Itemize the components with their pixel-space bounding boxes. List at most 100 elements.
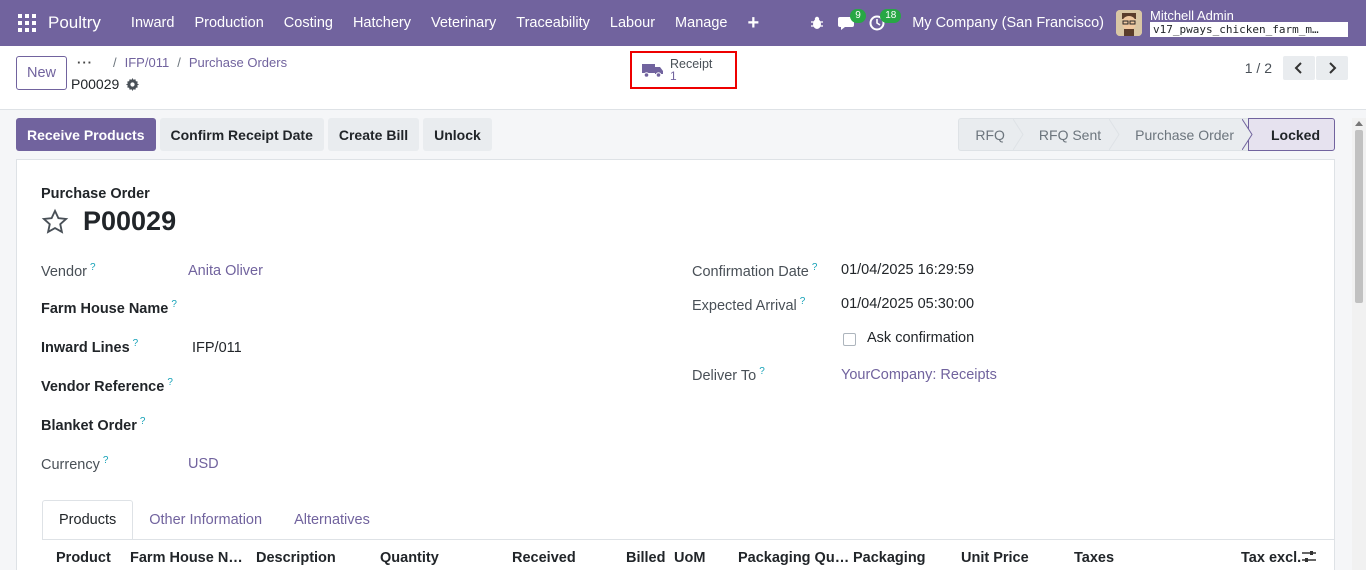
pager-previous-button[interactable] <box>1283 56 1315 80</box>
receipt-smart-button[interactable]: Receipt 1 <box>630 51 737 89</box>
help-icon[interactable]: ? <box>133 338 139 349</box>
help-icon[interactable]: ? <box>171 299 177 310</box>
column-packaging[interactable]: Packaging <box>853 550 926 566</box>
create-bill-button[interactable]: Create Bill <box>327 118 420 151</box>
status-separator <box>1012 119 1024 150</box>
column-quantity[interactable]: Quantity <box>380 550 439 566</box>
app-brand[interactable]: Poultry <box>48 13 101 33</box>
unlock-button[interactable]: Unlock <box>423 118 492 151</box>
menu-manage[interactable]: Manage <box>665 15 737 31</box>
help-icon[interactable]: ? <box>812 262 818 273</box>
top-navbar: Poultry Inward Production Costing Hatche… <box>0 0 1366 46</box>
deliver-to-label: Deliver To? <box>692 366 765 384</box>
help-icon[interactable]: ? <box>90 262 96 273</box>
status-separator <box>1241 119 1253 150</box>
tab-products[interactable]: Products <box>42 500 134 540</box>
status-separator <box>1109 119 1120 150</box>
vendor-field[interactable]: Anita Oliver <box>188 263 263 279</box>
activity-clock-icon[interactable]: 18 <box>862 0 902 46</box>
control-panel: New ··· / IFP/011 / Purchase Orders P000… <box>0 46 1366 110</box>
status-rfq-sent[interactable]: RFQ Sent <box>1018 118 1120 151</box>
user-menu[interactable]: Mitchell Admin v17_pways_chicken_farm_m… <box>1150 9 1348 37</box>
breadcrumb-more-icon[interactable]: ··· <box>77 55 93 70</box>
column-billed[interactable]: Billed <box>626 550 665 566</box>
tab-other-information[interactable]: Other Information <box>133 500 278 540</box>
pager-next-button[interactable] <box>1316 56 1348 80</box>
title-row: P00029 <box>41 206 176 237</box>
pager-value[interactable]: 1 / 2 <box>1245 60 1272 76</box>
document-type-label: Purchase Order <box>41 186 150 202</box>
user-avatar[interactable] <box>1116 10 1142 36</box>
plus-icon[interactable]: + <box>737 12 769 35</box>
breadcrumb-separator: / <box>113 55 117 70</box>
chevron-right-icon <box>1329 62 1337 74</box>
help-icon[interactable]: ? <box>800 296 806 307</box>
column-product[interactable]: Product <box>56 550 111 566</box>
confirm-receipt-date-button[interactable]: Confirm Receipt Date <box>159 118 324 151</box>
help-icon[interactable]: ? <box>103 455 109 466</box>
column-tax-excl[interactable]: Tax excl. <box>1241 550 1301 566</box>
deliver-to-field[interactable]: YourCompany: Receipts <box>841 367 997 383</box>
menu-labour[interactable]: Labour <box>600 15 665 31</box>
expected-arrival-field[interactable]: 01/04/2025 05:30:00 <box>841 296 974 312</box>
apps-menu-icon[interactable] <box>18 14 36 32</box>
chevron-left-icon <box>1294 62 1302 74</box>
chat-icon[interactable]: 9 <box>832 0 866 46</box>
confirmation-date-field[interactable]: 01/04/2025 16:29:59 <box>841 262 974 278</box>
column-taxes[interactable]: Taxes <box>1074 550 1114 566</box>
breadcrumb-purchase-orders[interactable]: Purchase Orders <box>189 55 287 70</box>
column-packaging-qty[interactable]: Packaging Qu… <box>738 550 849 566</box>
user-name: Mitchell Admin <box>1150 8 1234 23</box>
ask-confirmation-checkbox[interactable] <box>843 333 856 346</box>
status-label: RFQ Sent <box>1038 126 1102 143</box>
status-label: RFQ <box>975 126 1005 143</box>
scroll-thumb[interactable] <box>1355 130 1363 303</box>
order-lines-header: Product Farm House N… Description Quanti… <box>17 544 1334 570</box>
tab-alternatives[interactable]: Alternatives <box>278 500 386 540</box>
help-icon[interactable]: ? <box>759 366 765 377</box>
receive-products-button[interactable]: Receive Products <box>16 118 156 151</box>
status-locked[interactable]: Locked <box>1247 118 1335 151</box>
gear-icon[interactable] <box>126 77 140 91</box>
menu-costing[interactable]: Costing <box>274 15 343 31</box>
optional-columns-icon[interactable] <box>1302 550 1316 564</box>
column-description[interactable]: Description <box>256 550 336 566</box>
status-purchase-order[interactable]: Purchase Order <box>1115 118 1253 151</box>
status-bar: RFQ RFQ Sent Purchase Order Locked <box>958 118 1335 151</box>
truck-icon <box>642 64 663 78</box>
menu-hatchery[interactable]: Hatchery <box>343 15 421 31</box>
menu-inward[interactable]: Inward <box>121 15 185 31</box>
column-uom[interactable]: UoM <box>674 550 705 566</box>
currency-field[interactable]: USD <box>188 456 219 472</box>
menu-veterinary[interactable]: Veterinary <box>421 15 506 31</box>
help-icon[interactable]: ? <box>167 377 173 388</box>
column-received[interactable]: Received <box>512 550 576 566</box>
inward-lines-field[interactable]: IFP/011 <box>192 340 242 356</box>
notebook-tabs: Products Other Information Alternatives <box>42 500 386 540</box>
column-unit-price[interactable]: Unit Price <box>961 550 1029 566</box>
smart-button-count: 1 <box>670 69 677 83</box>
company-switcher[interactable]: My Company (San Francisco) <box>912 15 1104 31</box>
bug-icon[interactable] <box>802 0 832 46</box>
pager: 1 / 2 <box>1245 56 1348 80</box>
menu-traceability[interactable]: Traceability <box>506 15 600 31</box>
record-name: P00029 <box>71 76 120 92</box>
page-scrollbar[interactable] <box>1352 118 1366 570</box>
tab-divider <box>42 539 1335 540</box>
breadcrumb-separator: / <box>177 55 181 70</box>
breadcrumb-inward[interactable]: IFP/011 <box>125 55 170 70</box>
form-sheet: Purchase Order P00029 Vendor? Anita Oliv… <box>16 159 1335 570</box>
confirmation-date-label: Confirmation Date? <box>692 262 818 280</box>
status-rfq[interactable]: RFQ <box>958 118 1024 151</box>
new-button[interactable]: New <box>16 56 67 90</box>
menu-production[interactable]: Production <box>184 15 273 31</box>
database-name: v17_pways_chicken_farm_m… <box>1150 22 1348 37</box>
help-icon[interactable]: ? <box>140 416 146 427</box>
status-label: Purchase Order <box>1135 126 1234 143</box>
blanket-order-label: Blanket Order? <box>41 416 146 434</box>
vendor-label: Vendor? <box>41 262 96 280</box>
scroll-up-arrow[interactable] <box>1355 121 1363 126</box>
status-label: Locked <box>1270 126 1320 143</box>
column-farm-house[interactable]: Farm House N… <box>130 550 243 566</box>
star-icon[interactable] <box>41 208 69 236</box>
